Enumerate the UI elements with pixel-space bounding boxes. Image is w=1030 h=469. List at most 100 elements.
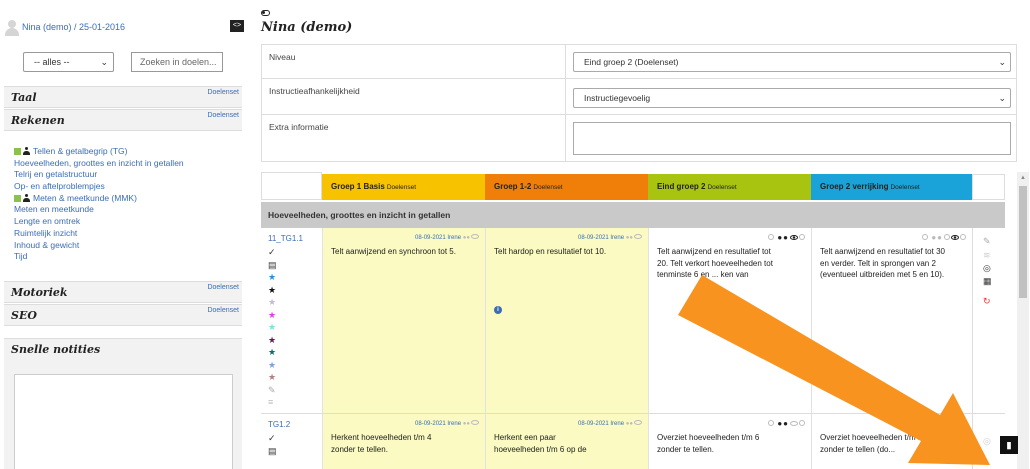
scrollbar-thumb[interactable] [1019, 186, 1027, 298]
target-icon[interactable]: ◎ [983, 263, 991, 274]
column-tag[interactable]: Doelenset [707, 184, 736, 191]
gift-icon[interactable]: ▦ [983, 276, 992, 287]
category-taal[interactable]: Taal Doelenset [4, 86, 242, 108]
circle-icon[interactable] [768, 234, 775, 240]
eye-icon[interactable] [471, 420, 479, 425]
people-icon[interactable]: ●● [463, 235, 470, 241]
category-seo[interactable]: SEO Doelenset [4, 304, 242, 326]
redo-icon[interactable]: ↻ [983, 296, 991, 307]
scroll-up-icon[interactable]: ▲ [1020, 175, 1026, 181]
star-icon[interactable]: ★ [268, 321, 282, 334]
goal-cell[interactable]: ●● Overziet hoeveelheden t/m 6 zonder te… [648, 414, 811, 469]
eye-icon[interactable] [634, 234, 642, 239]
vertical-scrollbar[interactable]: ▲ [1017, 172, 1029, 469]
goal-cell[interactable]: 08-09-2021 Irene ●● Telt hardop en resul… [485, 228, 648, 413]
goal-cell[interactable]: 08-09-2021 Irene ●● Telt aanwijzend en s… [322, 228, 485, 413]
goal-cell[interactable]: ●● Telt aanwijzend en resultatief tot 20… [648, 228, 811, 413]
extra-label: Extra informatie [269, 122, 329, 132]
star-icon[interactable]: ★ [268, 284, 282, 297]
book-icon[interactable]: ▤ [268, 445, 282, 458]
corner-panel-button[interactable]: ▮ [1000, 436, 1018, 454]
goal-cell[interactable]: ●● Telt aanwijzend en resultatief tot 30… [811, 228, 972, 413]
list-item[interactable]: Hoeveelheden, groottes en inzicht in get… [14, 158, 242, 170]
goal-cell[interactable]: 08-09-2021 Irene ●● Herkent een paar hoe… [485, 414, 648, 469]
list-item[interactable]: Meten en meetkunde [14, 204, 242, 216]
star-icon[interactable]: ★ [268, 371, 282, 384]
category-tag[interactable]: Doelenset [207, 284, 239, 291]
goal-code-link[interactable]: 11_TG1.1 [268, 234, 303, 243]
eye-icon[interactable] [951, 421, 959, 426]
eye-icon[interactable] [790, 235, 798, 240]
check-circle-icon[interactable] [799, 420, 805, 426]
eye-icon[interactable] [951, 235, 959, 240]
eye-icon[interactable] [471, 234, 479, 239]
list-item[interactable]: Telrij en getalstructuur [14, 169, 242, 181]
goal-cell[interactable]: ●● Overziet hoeveelheden t/m 10 vlot, zo… [811, 414, 972, 469]
list-item[interactable]: Op- en aftelproblempjes [14, 181, 242, 193]
pencil-icon[interactable]: ✎ [983, 236, 991, 247]
column-tag[interactable]: Doelenset [533, 184, 562, 191]
user-avatar-icon [5, 20, 19, 36]
category-rekenen[interactable]: Rekenen Doelenset [4, 109, 242, 131]
toggle-icon[interactable] [261, 10, 270, 16]
list-icon[interactable]: ≡ [268, 396, 282, 409]
people-icon[interactable]: ●● [777, 233, 789, 242]
people-icon[interactable]: ●● [463, 421, 470, 427]
people-icon[interactable]: ●● [626, 235, 633, 241]
book-icon[interactable]: ▤ [268, 259, 282, 272]
niveau-select[interactable]: Eind groep 2 (Doelenset) ⌄ [573, 52, 1011, 72]
star-icon[interactable]: ★ [268, 271, 282, 284]
circle-icon[interactable] [944, 234, 950, 240]
list-item[interactable]: Lengte en omtrek [14, 216, 242, 228]
eye-icon[interactable] [634, 420, 642, 425]
list-item-label: Tellen & getalbegrip (TG) [33, 146, 128, 156]
eye-icon[interactable] [790, 421, 798, 426]
circle-icon[interactable]: ◎ [983, 436, 991, 447]
people-icon[interactable]: ●● [777, 419, 789, 428]
circle-icon[interactable] [768, 420, 775, 426]
filter-select[interactable]: -- alles -- ⌄ [23, 52, 114, 72]
instructie-select[interactable]: Instructiegevoelig ⌄ [573, 88, 1011, 108]
list-item[interactable]: Tijd [14, 251, 242, 263]
check-circle-icon[interactable] [960, 420, 966, 426]
star-icon[interactable]: ★ [268, 309, 282, 322]
category-tag[interactable]: Doelenset [207, 112, 239, 119]
info-icon[interactable]: i [494, 306, 502, 314]
column-tag[interactable]: Doelenset [387, 184, 416, 191]
goal-code-link[interactable]: TG1.2 [268, 420, 290, 429]
quick-notes-textarea[interactable] [14, 374, 233, 469]
list-item[interactable]: Ruimtelijk inzicht [14, 228, 242, 240]
list-item[interactable]: Tellen & getalbegrip (TG) [14, 146, 242, 158]
list-item[interactable]: Inhoud & gewicht [14, 240, 242, 252]
wrench-icon[interactable]: ✎ [268, 384, 282, 397]
check-icon[interactable]: ✓ [268, 432, 282, 445]
star-icon[interactable]: ★ [268, 359, 282, 372]
circle-icon[interactable] [929, 420, 936, 426]
people-icon[interactable]: ●● [626, 421, 633, 427]
quick-notes-title: Snelle notities [11, 343, 101, 356]
check-icon[interactable]: ✓ [268, 246, 282, 259]
star-icon[interactable]: ★ [268, 346, 282, 359]
people-icon[interactable]: ●● [931, 233, 943, 242]
category-name: Taal [11, 91, 37, 104]
collapse-sidebar-button[interactable]: <> [230, 20, 244, 32]
category-tag[interactable]: Doelenset [207, 89, 239, 96]
check-circle-icon[interactable] [960, 234, 966, 240]
people-icon[interactable]: ●● [938, 419, 950, 428]
student-title-link[interactable]: Nina (demo) / 25-01-2016 [22, 22, 125, 32]
extra-info-textarea[interactable] [573, 122, 1011, 155]
sidebar-top: Nina (demo) / 25-01-2016 <> -- alles -- ⌄… [0, 0, 250, 86]
category-tag[interactable]: Doelenset [207, 307, 239, 314]
instructie-label: Instructieafhankelijkheid [269, 86, 360, 96]
layers-icon[interactable]: ≋ [983, 250, 991, 261]
column-tag[interactable]: Doelenset [890, 184, 919, 191]
form-row-extra: Extra informatie [262, 115, 1016, 161]
circle-icon[interactable] [922, 234, 929, 240]
check-circle-icon[interactable] [799, 234, 805, 240]
list-item[interactable]: Meten & meetkunde (MMK) [14, 193, 242, 205]
category-motoriek[interactable]: Motoriek Doelenset [4, 281, 242, 303]
goal-cell[interactable]: 08-09-2021 Irene ●● Herkent hoeveelheden… [322, 414, 485, 469]
star-icon[interactable]: ★ [268, 334, 282, 347]
search-input[interactable]: Zoeken in doelen... [131, 52, 223, 72]
star-icon[interactable]: ★ [268, 296, 282, 309]
